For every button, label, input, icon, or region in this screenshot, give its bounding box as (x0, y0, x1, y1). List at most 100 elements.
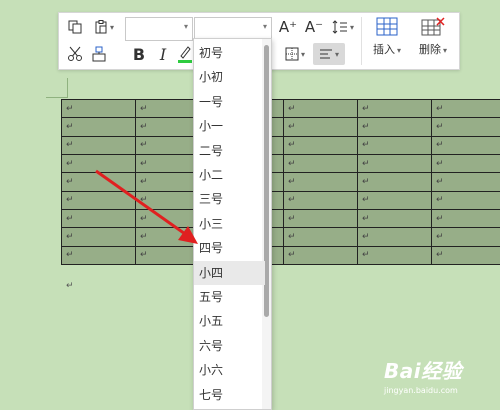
delete-button[interactable]: 删除▾ (411, 17, 455, 65)
delete-caret: ▾ (443, 46, 447, 55)
table-cell[interactable]: ↵ (432, 154, 500, 172)
table-cell[interactable]: ↵ (62, 228, 136, 246)
table-row: ↵↵↵↵↵↵ (62, 100, 500, 118)
font-size-option[interactable]: 一号 (194, 90, 265, 114)
table-cell[interactable]: ↵ (358, 246, 432, 264)
font-size-dropdown: 初号小初一号小一二号小二三号小三四号小四五号小五六号小六七号 (193, 38, 272, 410)
table-row: ↵↵↵↵↵↵ (62, 154, 500, 172)
font-size-option[interactable]: 六号 (194, 334, 265, 358)
delete-label: 删除 (419, 43, 441, 56)
insert-table-icon (376, 17, 398, 37)
italic-button[interactable]: I (153, 43, 173, 65)
format-painter-button[interactable] (89, 43, 109, 65)
font-size-option[interactable]: 小四 (194, 261, 265, 285)
document-table: ↵↵↵↵↵↵↵↵↵↵↵↵↵↵↵↵↵↵↵↵↵↵↵↵↵↵↵↵↵↵↵↵↵↵↵↵↵↵↵↵… (61, 99, 500, 265)
insert-label: 插入 (373, 43, 395, 56)
align-button[interactable]: ▾ (313, 43, 345, 65)
table-cell[interactable]: ↵ (358, 136, 432, 154)
table-cell[interactable]: ↵ (284, 246, 358, 264)
chevron-down-icon: ▾ (184, 22, 188, 31)
font-size-option[interactable]: 三号 (194, 187, 265, 211)
table-cell[interactable]: ↵ (62, 246, 136, 264)
table-cell[interactable]: ↵ (62, 154, 136, 172)
font-size-option[interactable]: 小三 (194, 212, 265, 236)
bold-icon: B (133, 45, 145, 64)
font-size-option[interactable]: 二号 (194, 139, 265, 163)
insert-button[interactable]: 插入▾ (365, 17, 409, 65)
scissors-icon (67, 46, 83, 62)
table-row: ↵↵↵↵↵↵ (62, 246, 500, 264)
paragraph-mark: ↵ (66, 281, 74, 291)
font-size-option[interactable]: 小二 (194, 163, 265, 187)
table-cell[interactable]: ↵ (284, 100, 358, 118)
font-size-option[interactable]: 小一 (194, 114, 265, 138)
table-row: ↵↵↵↵↵↵ (62, 118, 500, 136)
table-cell[interactable]: ↵ (284, 191, 358, 209)
table-row: ↵↵↵↵↵↵ (62, 136, 500, 154)
font-size-option[interactable]: 初号 (194, 41, 265, 65)
font-name-select[interactable]: ▾ (125, 17, 193, 41)
font-size-option[interactable]: 四号 (194, 236, 265, 260)
paste-caret: ▾ (110, 23, 114, 32)
table-cell[interactable]: ↵ (284, 228, 358, 246)
table-cell[interactable]: ↵ (62, 209, 136, 227)
table-cell[interactable]: ↵ (432, 228, 500, 246)
bold-button[interactable]: B (129, 43, 149, 65)
table-row: ↵↵↵↵↵↵ (62, 228, 500, 246)
table-cell[interactable]: ↵ (432, 118, 500, 136)
table-cell[interactable]: ↵ (284, 118, 358, 136)
highlighter-icon (178, 45, 192, 63)
paste-icon (94, 20, 108, 34)
table-cell[interactable]: ↵ (284, 136, 358, 154)
table-cell[interactable]: ↵ (432, 246, 500, 264)
table-cell[interactable]: ↵ (284, 209, 358, 227)
table-cell[interactable]: ↵ (358, 118, 432, 136)
font-grow-button[interactable]: A⁺ (277, 16, 299, 38)
table-cell[interactable]: ↵ (358, 154, 432, 172)
table-row: ↵↵↵↵↵↵ (62, 173, 500, 191)
line-spacing-button[interactable]: ▾ (329, 16, 357, 38)
table-row: ↵↵↵↵↵↵ (62, 191, 500, 209)
highlight-button[interactable] (177, 43, 193, 65)
paste-button[interactable]: ▾ (89, 17, 119, 37)
font-size-option[interactable]: 七号 (194, 383, 265, 407)
font-shrink-button[interactable]: A⁻ (303, 16, 325, 38)
table-cell[interactable]: ↵ (62, 100, 136, 118)
table-cell[interactable]: ↵ (358, 228, 432, 246)
toolbar-divider (361, 17, 362, 65)
font-size-option[interactable]: 小五 (194, 309, 265, 333)
table-cell[interactable]: ↵ (62, 118, 136, 136)
table-cell[interactable]: ↵ (284, 154, 358, 172)
table-cell[interactable]: ↵ (432, 100, 500, 118)
table-cell[interactable]: ↵ (358, 173, 432, 191)
table-cell[interactable]: ↵ (284, 173, 358, 191)
watermark-brand: Bai经验 (384, 355, 462, 384)
font-size-option[interactable]: 小初 (194, 65, 265, 89)
table-cell[interactable]: ↵ (62, 191, 136, 209)
line-spacing-caret: ▾ (350, 23, 354, 32)
table-cell[interactable]: ↵ (358, 100, 432, 118)
watermark-url: jingyan.baidu.com (384, 386, 458, 395)
chevron-down-icon: ▾ (263, 22, 267, 31)
font-size-option[interactable]: 小六 (194, 358, 265, 382)
format-painter-icon (92, 46, 106, 62)
margin-guide-vertical (67, 78, 68, 98)
copy-button[interactable] (65, 17, 85, 37)
table-cell[interactable]: ↵ (358, 209, 432, 227)
cut-button[interactable] (65, 43, 85, 65)
table-cell[interactable]: ↵ (62, 136, 136, 154)
table-cell[interactable]: ↵ (432, 136, 500, 154)
font-grow-icon: A⁺ (279, 18, 297, 36)
borders-button[interactable]: ▾ (281, 43, 309, 65)
table-cell[interactable]: ↵ (62, 173, 136, 191)
font-size-option[interactable]: 五号 (194, 285, 265, 309)
copy-icon (68, 20, 82, 34)
borders-caret: ▾ (301, 50, 305, 59)
table-cell[interactable]: ↵ (432, 209, 500, 227)
line-spacing-icon (332, 19, 348, 35)
insert-caret: ▾ (397, 46, 401, 55)
table-cell[interactable]: ↵ (358, 191, 432, 209)
borders-icon (285, 47, 299, 61)
table-cell[interactable]: ↵ (432, 173, 500, 191)
table-cell[interactable]: ↵ (432, 191, 500, 209)
